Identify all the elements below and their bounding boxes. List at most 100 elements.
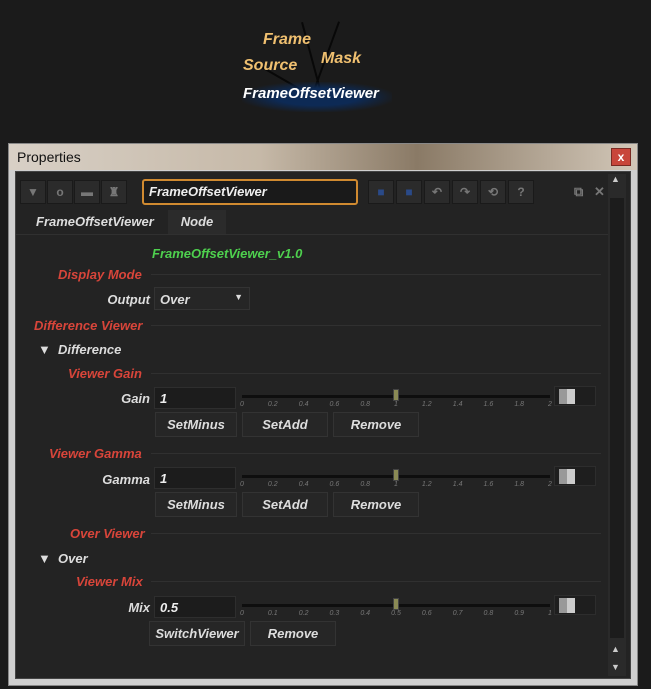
slider-tick-label: 0.6 xyxy=(421,610,432,617)
slider-tick-label: 1.4 xyxy=(452,481,463,488)
properties-panel: ▼ o ▬ ♜ FrameOffsetViewer ■ ■ ↶ ↷ ⟲ ? ⧉ … xyxy=(15,171,631,679)
slider-tick-label: 2 xyxy=(548,481,552,488)
expand-over-icon[interactable]: ▼ xyxy=(38,551,51,566)
node-mask[interactable]: Mask xyxy=(321,50,361,68)
slider-tick-label: 1 xyxy=(394,481,398,488)
divider xyxy=(151,325,601,326)
close-button[interactable]: x xyxy=(611,148,631,166)
undo-icon[interactable]: ↶ xyxy=(424,180,450,204)
mix-remove-button[interactable]: Remove xyxy=(250,621,336,646)
mix-input[interactable]: 0.5 xyxy=(154,596,236,618)
gamma-input[interactable]: 1 xyxy=(154,467,236,489)
gamma-setminus-button[interactable]: SetMinus xyxy=(155,492,237,517)
scroll-up-icon[interactable]: ▲ xyxy=(611,644,620,654)
node-frameoffsetviewer[interactable]: FrameOffsetViewer xyxy=(243,85,379,102)
node-name-input[interactable]: FrameOffsetViewer xyxy=(142,179,358,205)
slider-tick-label: 0.2 xyxy=(267,401,278,408)
vertical-scrollbar[interactable]: ▲ ▲ ▼ xyxy=(608,174,626,676)
slider-tick-label: 0 xyxy=(240,610,244,617)
slider-tick-label: 0 xyxy=(240,481,244,488)
gamma-remove-button[interactable]: Remove xyxy=(333,492,419,517)
output-value: Over xyxy=(160,292,190,307)
slider-tick-label: 1.6 xyxy=(483,481,494,488)
slider-handle[interactable] xyxy=(393,469,399,481)
slider-tick-label: 0.5 xyxy=(391,610,401,617)
viewer-gamma-heading: Viewer Gamma xyxy=(49,446,142,461)
scroll-up-icon[interactable]: ▲ xyxy=(611,174,620,184)
color-swatch-1-icon[interactable]: ■ xyxy=(368,180,394,204)
slider-tick-label: 1.8 xyxy=(514,401,525,408)
slider-tick-label: 1.2 xyxy=(421,401,432,408)
slider-tick-label: 1.6 xyxy=(483,401,494,408)
mix-slider[interactable]: 0 0.1 0.2 0.3 0.4 0.5 0.6 0.7 0.8 0.9 1 xyxy=(240,598,552,622)
gain-slider[interactable]: 0 0.2 0.4 0.6 0.8 1 1.2 1.4 1.6 1.8 2 xyxy=(240,389,552,413)
divider xyxy=(151,453,601,454)
version-label: FrameOffsetViewer_v1.0 xyxy=(152,246,303,261)
center-node-icon[interactable]: o xyxy=(47,180,73,204)
node-source[interactable]: Source xyxy=(243,57,297,75)
gain-setadd-button[interactable]: SetAdd xyxy=(242,412,328,437)
chevron-down-icon: ▼ xyxy=(234,292,243,302)
node-frame[interactable]: Frame xyxy=(263,31,311,49)
slider-tick-label: 0.4 xyxy=(360,610,371,617)
divider xyxy=(151,533,601,534)
window-title: Properties xyxy=(17,149,81,165)
expand-difference-icon[interactable]: ▼ xyxy=(38,342,51,357)
slider-tick-label: 0.6 xyxy=(329,481,340,488)
collapse-icon[interactable]: ▼ xyxy=(20,180,46,204)
divider xyxy=(151,373,601,374)
color-swatch-2-icon[interactable]: ■ xyxy=(396,180,422,204)
gamma-animation-toggle[interactable] xyxy=(554,466,596,486)
properties-window: Properties x ▼ o ▬ ♜ FrameOffsetViewer ■… xyxy=(8,143,638,686)
title-bar[interactable]: Properties xyxy=(9,144,637,170)
gain-setminus-button[interactable]: SetMinus xyxy=(155,412,237,437)
slider-tick-label: 0.6 xyxy=(329,401,340,408)
divider xyxy=(151,274,601,275)
slider-tick-label: 0 xyxy=(240,401,244,408)
switchviewer-button[interactable]: SwitchViewer xyxy=(149,621,245,646)
display-mode-heading: Display Mode xyxy=(58,267,142,282)
slider-tick-label: 1.8 xyxy=(514,481,525,488)
slider-handle[interactable] xyxy=(393,389,399,401)
output-dropdown[interactable]: Over ▼ xyxy=(154,287,250,310)
gamma-setadd-button[interactable]: SetAdd xyxy=(242,492,328,517)
slider-tick-label: 0.4 xyxy=(298,481,309,488)
over-group-label[interactable]: Over xyxy=(58,551,88,566)
slider-tick-label: 0.8 xyxy=(360,401,371,408)
over-viewer-heading: Over Viewer xyxy=(70,526,145,541)
mix-animation-toggle[interactable] xyxy=(554,595,596,615)
slider-tick-label: 0.9 xyxy=(514,610,525,617)
slider-tick-label: 1.2 xyxy=(421,481,432,488)
gain-label: Gain xyxy=(121,391,150,406)
gain-remove-button[interactable]: Remove xyxy=(333,412,419,437)
output-label: Output xyxy=(107,292,150,307)
help-icon[interactable]: ? xyxy=(508,180,534,204)
slider-tick-label: 0.8 xyxy=(360,481,371,488)
gamma-slider[interactable]: 0 0.2 0.4 0.6 0.8 1 1.2 1.4 1.6 1.8 2 xyxy=(240,469,552,493)
viewer-mix-heading: Viewer Mix xyxy=(76,574,143,589)
float-icon[interactable]: ⧉ xyxy=(574,184,583,200)
scrollbar-thumb[interactable] xyxy=(610,198,624,638)
gamma-label: Gamma xyxy=(102,472,150,487)
revert-icon[interactable]: ⟲ xyxy=(480,180,506,204)
tool-icon[interactable]: ♜ xyxy=(101,180,127,204)
slider-handle[interactable] xyxy=(393,598,399,610)
slider-tick-label: 0.1 xyxy=(267,610,278,617)
redo-icon[interactable]: ↷ xyxy=(452,180,478,204)
divider xyxy=(16,234,612,235)
slider-tick-label: 0.3 xyxy=(329,610,340,617)
color-icon[interactable]: ▬ xyxy=(74,180,100,204)
slider-tick-label: 0.2 xyxy=(298,610,309,617)
tab-frameoffsetviewer[interactable]: FrameOffsetViewer xyxy=(26,210,164,234)
slider-tick-label: 1.4 xyxy=(452,401,463,408)
scroll-down-icon[interactable]: ▼ xyxy=(611,662,620,672)
difference-group-label[interactable]: Difference xyxy=(58,342,121,357)
close-panel-icon[interactable]: ✕ xyxy=(594,184,605,200)
gain-input[interactable]: 1 xyxy=(154,387,236,409)
viewer-gain-heading: Viewer Gain xyxy=(68,366,142,381)
slider-tick-label: 0.2 xyxy=(267,481,278,488)
gain-animation-toggle[interactable] xyxy=(554,386,596,406)
slider-tick-label: 0.4 xyxy=(298,401,309,408)
divider xyxy=(151,581,601,582)
tab-node[interactable]: Node xyxy=(168,210,226,234)
